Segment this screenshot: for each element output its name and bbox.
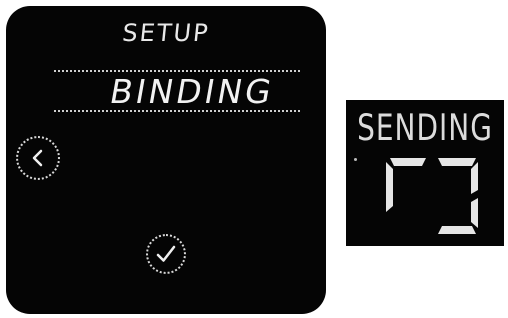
status-panel: SENDING xyxy=(346,100,504,246)
check-icon xyxy=(156,245,176,262)
device-screen: SETUP BINDING xyxy=(6,6,326,314)
segment-progress-icon xyxy=(386,158,478,234)
option-divider-bottom xyxy=(54,110,300,112)
selected-option[interactable]: BINDING xyxy=(3,72,330,111)
screen-title: SETUP xyxy=(120,19,212,47)
back-button[interactable] xyxy=(16,136,60,180)
indicator-dot xyxy=(354,158,357,161)
chevron-left-icon xyxy=(32,149,43,167)
confirm-button[interactable] xyxy=(146,234,186,274)
status-text: SENDING xyxy=(357,106,493,149)
